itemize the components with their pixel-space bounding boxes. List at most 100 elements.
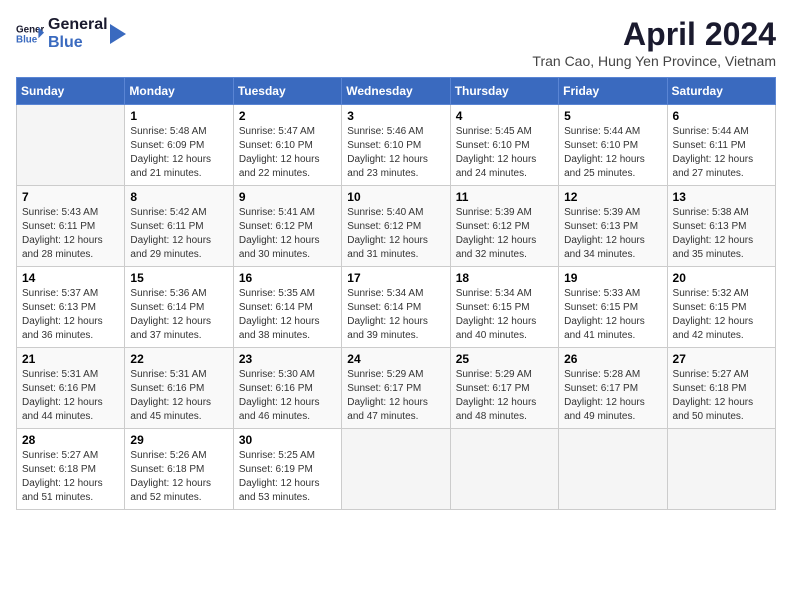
calendar-cell: 27Sunrise: 5:27 AM Sunset: 6:18 PM Dayli… [667,348,775,429]
calendar-cell: 12Sunrise: 5:39 AM Sunset: 6:13 PM Dayli… [559,186,667,267]
calendar-cell [559,429,667,510]
logo-general-text: General [48,16,108,34]
day-info: Sunrise: 5:34 AM Sunset: 6:15 PM Dayligh… [456,287,553,343]
day-info: Sunrise: 5:39 AM Sunset: 6:12 PM Dayligh… [456,206,553,262]
day-info: Sunrise: 5:45 AM Sunset: 6:10 PM Dayligh… [456,125,553,181]
day-number: 7 [22,190,119,204]
calendar-cell: 11 Sunrise: 5:39 AM Sunset: 6:12 PM Dayli… [450,186,558,267]
day-info: Sunrise: 5:31 AM Sunset: 6:16 PM Dayligh… [22,368,119,424]
day-info: Sunrise: 5:27 AM Sunset: 6:18 PM Dayligh… [22,449,119,505]
day-info: Sunrise: 5:37 AM Sunset: 6:13 PM Dayligh… [22,287,119,343]
day-number: 20 [673,271,770,285]
calendar-cell: 3Sunrise: 5:46 AM Sunset: 6:10 PM Daylig… [342,105,450,186]
day-number: 12 [564,190,661,204]
calendar-cell: 22Sunrise: 5:31 AM Sunset: 6:16 PM Dayli… [125,348,233,429]
logo-blue-text: Blue [48,34,108,52]
calendar-week-row: 7 Sunrise: 5:43 AM Sunset: 6:11 PM Daylig… [17,186,776,267]
day-number: 30 [239,433,336,447]
calendar-cell: 14Sunrise: 5:37 AM Sunset: 6:13 PM Dayli… [17,267,125,348]
calendar-week-row: 28 Sunrise: 5:27 AM Sunset: 6:18 PM Dayli… [17,429,776,510]
day-info: Sunrise: 5:31 AM Sunset: 6:16 PM Dayligh… [130,368,227,424]
calendar-cell: 15 Sunrise: 5:36 AM Sunset: 6:14 PM Dayli… [125,267,233,348]
day-info: Sunrise: 5:40 AM Sunset: 6:12 PM Dayligh… [347,206,444,262]
day-info: Sunrise: 5:43 AM Sunset: 6:11 PM Dayligh… [22,206,119,262]
weekday-header: Wednesday [342,78,450,105]
calendar-cell: 17Sunrise: 5:34 AM Sunset: 6:14 PM Dayli… [342,267,450,348]
day-info: Sunrise: 5:47 AM Sunset: 6:10 PM Dayligh… [239,125,336,181]
calendar-cell: 30 Sunrise: 5:25 AM Sunset: 6:19 PM Dayli… [233,429,341,510]
day-number: 23 [239,352,336,366]
day-number: 24 [347,352,444,366]
day-number: 18 [456,271,553,285]
calendar-cell: 23 Sunrise: 5:30 AM Sunset: 6:16 PM Dayli… [233,348,341,429]
calendar-cell: 1Sunrise: 5:48 AM Sunset: 6:09 PM Daylig… [125,105,233,186]
calendar-cell: 10 Sunrise: 5:40 AM Sunset: 6:12 PM Dayli… [342,186,450,267]
title-block: April 2024 Tran Cao, Hung Yen Province, … [532,16,776,69]
day-number: 27 [673,352,770,366]
day-info: Sunrise: 5:44 AM Sunset: 6:11 PM Dayligh… [673,125,770,181]
day-number: 15 [130,271,227,285]
logo-icon: General Blue [16,20,44,48]
day-number: 28 [22,433,119,447]
calendar-cell: 2 Sunrise: 5:47 AM Sunset: 6:10 PM Daylig… [233,105,341,186]
day-number: 26 [564,352,661,366]
day-info: Sunrise: 5:36 AM Sunset: 6:14 PM Dayligh… [130,287,227,343]
day-info: Sunrise: 5:33 AM Sunset: 6:15 PM Dayligh… [564,287,661,343]
page-subtitle: Tran Cao, Hung Yen Province, Vietnam [532,53,776,69]
weekday-header: Thursday [450,78,558,105]
logo-chevron-icon [110,24,126,44]
day-info: Sunrise: 5:29 AM Sunset: 6:17 PM Dayligh… [456,368,553,424]
day-info: Sunrise: 5:42 AM Sunset: 6:11 PM Dayligh… [130,206,227,262]
calendar-week-row: 14Sunrise: 5:37 AM Sunset: 6:13 PM Dayli… [17,267,776,348]
calendar-cell [450,429,558,510]
svg-text:Blue: Blue [16,34,38,45]
calendar-cell: 26 Sunrise: 5:28 AM Sunset: 6:17 PM Dayli… [559,348,667,429]
day-number: 21 [22,352,119,366]
calendar-cell: 13Sunrise: 5:38 AM Sunset: 6:13 PM Dayli… [667,186,775,267]
calendar-cell [342,429,450,510]
calendar-cell [667,429,775,510]
calendar-cell: 8 Sunrise: 5:42 AM Sunset: 6:11 PM Daylig… [125,186,233,267]
calendar-cell: 24 Sunrise: 5:29 AM Sunset: 6:17 PM Dayli… [342,348,450,429]
day-number: 29 [130,433,227,447]
day-number: 5 [564,109,661,123]
calendar-header-row: SundayMondayTuesdayWednesdayThursdayFrid… [17,78,776,105]
calendar-cell: 9 Sunrise: 5:41 AM Sunset: 6:12 PM Daylig… [233,186,341,267]
calendar-cell: 25 Sunrise: 5:29 AM Sunset: 6:17 PM Dayli… [450,348,558,429]
page-header: General Blue General Blue April 2024 Tra… [16,16,776,69]
day-info: Sunrise: 5:29 AM Sunset: 6:17 PM Dayligh… [347,368,444,424]
calendar-cell: 28 Sunrise: 5:27 AM Sunset: 6:18 PM Dayli… [17,429,125,510]
day-info: Sunrise: 5:35 AM Sunset: 6:14 PM Dayligh… [239,287,336,343]
calendar-cell: 4 Sunrise: 5:45 AM Sunset: 6:10 PM Daylig… [450,105,558,186]
day-info: Sunrise: 5:41 AM Sunset: 6:12 PM Dayligh… [239,206,336,262]
day-number: 25 [456,352,553,366]
day-number: 2 [239,109,336,123]
calendar-cell: 19Sunrise: 5:33 AM Sunset: 6:15 PM Dayli… [559,267,667,348]
day-info: Sunrise: 5:30 AM Sunset: 6:16 PM Dayligh… [239,368,336,424]
calendar-table: SundayMondayTuesdayWednesdayThursdayFrid… [16,77,776,510]
calendar-week-row: 21 Sunrise: 5:31 AM Sunset: 6:16 PM Dayli… [17,348,776,429]
weekday-header: Friday [559,78,667,105]
day-number: 6 [673,109,770,123]
day-info: Sunrise: 5:28 AM Sunset: 6:17 PM Dayligh… [564,368,661,424]
day-number: 9 [239,190,336,204]
calendar-cell: 6 Sunrise: 5:44 AM Sunset: 6:11 PM Daylig… [667,105,775,186]
day-info: Sunrise: 5:25 AM Sunset: 6:19 PM Dayligh… [239,449,336,505]
calendar-cell: 16 Sunrise: 5:35 AM Sunset: 6:14 PM Dayli… [233,267,341,348]
logo: General Blue General Blue [16,16,126,51]
calendar-cell [17,105,125,186]
page-title: April 2024 [532,16,776,53]
day-number: 11 [456,190,553,204]
day-number: 10 [347,190,444,204]
weekday-header: Sunday [17,78,125,105]
weekday-header: Monday [125,78,233,105]
day-number: 13 [673,190,770,204]
day-info: Sunrise: 5:32 AM Sunset: 6:15 PM Dayligh… [673,287,770,343]
day-info: Sunrise: 5:44 AM Sunset: 6:10 PM Dayligh… [564,125,661,181]
calendar-cell: 21 Sunrise: 5:31 AM Sunset: 6:16 PM Dayli… [17,348,125,429]
day-number: 1 [130,109,227,123]
day-info: Sunrise: 5:34 AM Sunset: 6:14 PM Dayligh… [347,287,444,343]
day-number: 8 [130,190,227,204]
day-number: 16 [239,271,336,285]
day-number: 4 [456,109,553,123]
